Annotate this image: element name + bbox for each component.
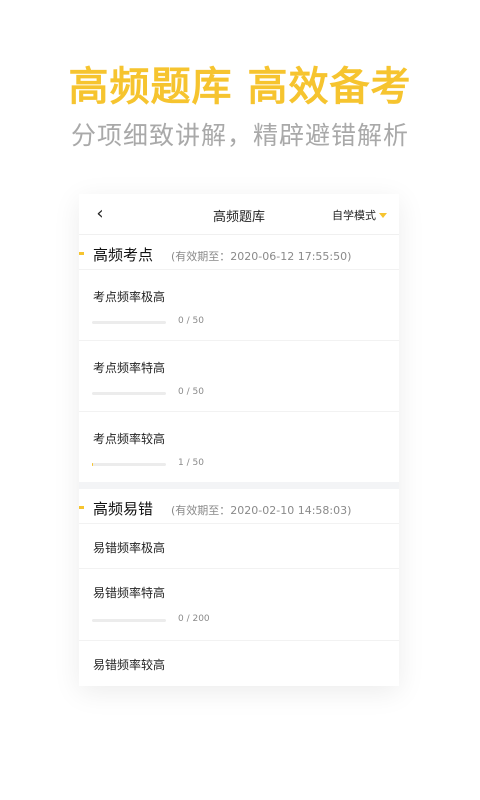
item-label: 考点频率较高 bbox=[93, 432, 166, 446]
progress-count: 0 / 200 bbox=[178, 614, 210, 624]
list-item[interactable]: 考点频率特高 0 / 50 bbox=[79, 341, 399, 412]
list-item[interactable]: 易错频率较高 bbox=[79, 641, 399, 685]
list-item[interactable]: 考点频率较高 1 / 50 bbox=[79, 412, 399, 482]
progress-track bbox=[92, 463, 166, 466]
mode-label: 自学模式 bbox=[332, 209, 376, 222]
list-item[interactable]: 易错频率特高 0 / 200 bbox=[79, 569, 399, 641]
section-header: 高频易错 (有效期至：2020-02-10 14:58:03) bbox=[79, 489, 399, 524]
progress-fill bbox=[92, 463, 94, 466]
mode-selector[interactable]: 自学模式 bbox=[332, 207, 387, 223]
list-item[interactable]: 易错频率极高 bbox=[79, 524, 399, 569]
section-title: 高频考点 bbox=[93, 246, 154, 264]
section-divider bbox=[79, 482, 399, 489]
progress-track bbox=[92, 321, 166, 324]
item-label: 考点频率特高 bbox=[93, 361, 166, 375]
progress-count: 1 / 50 bbox=[178, 458, 204, 468]
progress-count: 0 / 50 bbox=[178, 316, 204, 326]
progress-track bbox=[92, 392, 166, 395]
promo-headline: 高频题库 高效备考 bbox=[68, 64, 412, 110]
section-accent-bar bbox=[79, 506, 84, 509]
promo-subline: 分项细致讲解，精辟避错解析 bbox=[70, 121, 409, 150]
section-title: 高频易错 bbox=[93, 500, 154, 518]
section-header: 高频考点 (有效期至：2020-06-12 17:55:50) bbox=[79, 235, 399, 270]
item-label: 考点频率极高 bbox=[93, 290, 166, 304]
app-screen: ‹ 高频题库 自学模式 高频考点 (有效期至：2020-06-12 17:55:… bbox=[79, 194, 399, 686]
section-expiry: (有效期至：2020-06-12 17:55:50) bbox=[171, 250, 352, 263]
progress-track bbox=[92, 619, 166, 622]
section-accent-bar bbox=[79, 252, 84, 255]
section-expiry: (有效期至：2020-02-10 14:58:03) bbox=[171, 504, 352, 517]
progress-count: 0 / 50 bbox=[178, 387, 204, 397]
item-label: 易错频率极高 bbox=[93, 541, 166, 555]
nav-bar: ‹ 高频题库 自学模式 bbox=[79, 194, 399, 235]
item-label: 易错频率较高 bbox=[93, 658, 166, 672]
item-label: 易错频率特高 bbox=[93, 586, 166, 600]
list-item[interactable]: 考点频率极高 0 / 50 bbox=[79, 270, 399, 341]
caret-down-icon bbox=[379, 212, 387, 218]
